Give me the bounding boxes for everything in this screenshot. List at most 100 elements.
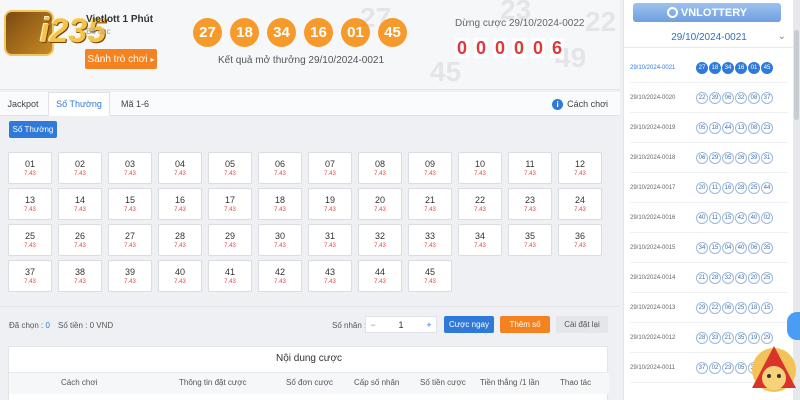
- number-cell[interactable]: 04 7.43: [158, 152, 202, 184]
- number-cell[interactable]: 06 7.43: [258, 152, 302, 184]
- odds-label: 7.43: [424, 279, 436, 285]
- odds-label: 7.43: [24, 243, 36, 249]
- draw-id: 29/10/2024-0013: [630, 304, 676, 311]
- number-cell[interactable]: 33 7.43: [408, 224, 452, 256]
- number-cell[interactable]: 35 7.43: [508, 224, 552, 256]
- increment-button[interactable]: +: [422, 320, 436, 330]
- countdown-digit: 0: [474, 37, 488, 58]
- result-ball: 01: [341, 18, 370, 47]
- number-cell[interactable]: 40 7.43: [158, 260, 202, 292]
- number-cell[interactable]: 10 7.43: [458, 152, 502, 184]
- history-ball: 23: [761, 121, 773, 134]
- history-row[interactable]: 29/10/2024-0014 21 28 32 43 20 25: [630, 263, 788, 293]
- number-label: 40: [174, 267, 185, 277]
- number-cell[interactable]: 30 7.43: [258, 224, 302, 256]
- number-label: 10: [474, 159, 485, 169]
- add-number-button[interactable]: Thêm số: [500, 316, 550, 333]
- draw-id: 29/10/2024-0021: [630, 64, 676, 71]
- game-hall-label: Sảnh trò chơi: [87, 53, 148, 65]
- number-cell[interactable]: 45 7.43: [408, 260, 452, 292]
- history-ball: 25: [761, 271, 773, 284]
- number-cell[interactable]: 38 7.43: [58, 260, 102, 292]
- number-cell[interactable]: 34 7.43: [458, 224, 502, 256]
- draw-balls: 22 39 06 32 08 37: [696, 91, 773, 104]
- number-cell[interactable]: 16 7.43: [158, 188, 202, 220]
- reset-button[interactable]: Cài đặt lại: [556, 316, 608, 333]
- number-cell[interactable]: 22 7.43: [458, 188, 502, 220]
- history-ball: 11: [709, 211, 721, 224]
- number-cell[interactable]: 17 7.43: [208, 188, 252, 220]
- history-row[interactable]: 29/10/2024-0020 22 39 06 32 08 37: [630, 83, 788, 113]
- number-cell[interactable]: 44 7.43: [358, 260, 402, 292]
- multiplier-input[interactable]: 1: [380, 320, 422, 330]
- how-to-play-link[interactable]: i Cách chơi: [552, 92, 608, 116]
- number-label: 04: [174, 159, 185, 169]
- tab-ma-1-6[interactable]: Mã 1-6: [112, 92, 158, 116]
- history-row[interactable]: 29/10/2024-0018 06 29 05 26 39 31: [630, 143, 788, 173]
- history-row[interactable]: 29/10/2024-0021 27 18 34 16 01 45: [630, 53, 788, 83]
- draw-selector[interactable]: 29/10/2024-0021 ⌄: [624, 28, 794, 48]
- number-cell[interactable]: 08 7.43: [358, 152, 402, 184]
- number-cell[interactable]: 05 7.43: [208, 152, 252, 184]
- number-label: 37: [24, 267, 35, 277]
- number-cell[interactable]: 13 7.43: [8, 188, 52, 220]
- number-cell[interactable]: 02 7.43: [58, 152, 102, 184]
- floating-side-tab[interactable]: [787, 312, 800, 340]
- history-ball: 37: [761, 91, 773, 104]
- odds-label: 7.43: [374, 207, 386, 213]
- number-cell[interactable]: 09 7.43: [408, 152, 452, 184]
- history-ball: 20: [748, 271, 760, 284]
- number-cell[interactable]: 19 7.43: [308, 188, 352, 220]
- number-cell[interactable]: 21 7.43: [408, 188, 452, 220]
- tab-so-thuong[interactable]: Số Thường: [48, 92, 110, 116]
- history-row[interactable]: 29/10/2024-0019 05 18 44 13 08 23: [630, 113, 788, 143]
- number-cell[interactable]: 37 7.43: [8, 260, 52, 292]
- selected-count-label: Đã chọn :: [9, 321, 44, 330]
- history-row[interactable]: 29/10/2024-0015 34 15 04 40 06 35: [630, 233, 788, 263]
- number-cell[interactable]: 18 7.43: [258, 188, 302, 220]
- history-ball: 02: [761, 211, 773, 224]
- decrement-button[interactable]: −: [366, 320, 380, 330]
- number-label: 22: [474, 195, 485, 205]
- history-ball: 22: [696, 91, 708, 104]
- game-hall-button[interactable]: Sảnh trò chơi ▸: [85, 49, 157, 69]
- number-cell[interactable]: 32 7.43: [358, 224, 402, 256]
- history-row[interactable]: 29/10/2024-0017 20 11 16 28 25 44: [630, 173, 788, 203]
- number-cell[interactable]: 03 7.43: [108, 152, 152, 184]
- history-row[interactable]: 29/10/2024-0016 40 11 15 42 40 02: [630, 203, 788, 233]
- scrollbar-thumb[interactable]: [794, 30, 799, 120]
- sub-tab-so-thuong[interactable]: Số Thường: [9, 121, 57, 138]
- countdown-digit: 0: [512, 37, 526, 58]
- number-cell[interactable]: 42 7.43: [258, 260, 302, 292]
- number-cell[interactable]: 14 7.43: [58, 188, 102, 220]
- history-row[interactable]: 29/10/2024-0013 29 22 06 25 18 15: [630, 293, 788, 323]
- number-cell[interactable]: 27 7.43: [108, 224, 152, 256]
- number-cell[interactable]: 31 7.43: [308, 224, 352, 256]
- number-cell[interactable]: 39 7.43: [108, 260, 152, 292]
- number-cell[interactable]: 07 7.43: [308, 152, 352, 184]
- number-cell[interactable]: 11 7.43: [508, 152, 552, 184]
- number-cell[interactable]: 24 7.43: [558, 188, 602, 220]
- number-label: 02: [74, 159, 85, 169]
- number-cell[interactable]: 01 7.43: [8, 152, 52, 184]
- number-cell[interactable]: 23 7.43: [508, 188, 552, 220]
- number-cell[interactable]: 15 7.43: [108, 188, 152, 220]
- how-to-play-label: Cách chơi: [567, 99, 608, 109]
- number-cell[interactable]: 29 7.43: [208, 224, 252, 256]
- history-ball: 40: [696, 211, 708, 224]
- number-cell[interactable]: 36 7.43: [558, 224, 602, 256]
- history-ball: 15: [761, 301, 773, 314]
- history-ball: 15: [722, 211, 734, 224]
- number-cell[interactable]: 28 7.43: [158, 224, 202, 256]
- bet-now-button[interactable]: Cược ngay: [444, 316, 494, 333]
- number-cell[interactable]: 41 7.43: [208, 260, 252, 292]
- tab-jackpot[interactable]: Jackpot: [0, 92, 46, 116]
- number-cell[interactable]: 12 7.43: [558, 152, 602, 184]
- odds-label: 7.43: [74, 207, 86, 213]
- mascot-icon[interactable]: [740, 338, 800, 400]
- number-cell[interactable]: 43 7.43: [308, 260, 352, 292]
- number-cell[interactable]: 25 7.43: [8, 224, 52, 256]
- number-cell[interactable]: 26 7.43: [58, 224, 102, 256]
- brand-banner: VNLOTTERY: [633, 3, 781, 22]
- number-cell[interactable]: 20 7.43: [358, 188, 402, 220]
